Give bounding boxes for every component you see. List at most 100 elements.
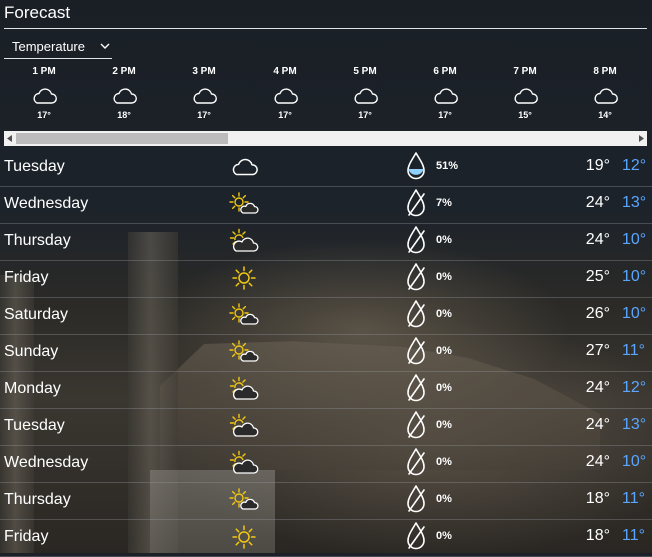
cloud-icon <box>511 86 539 106</box>
hourly-forecast: 1 PM 17° 2 PM 18° 3 PM 17° 4 PM 17° 5 PM 17° 6 PM 1… <box>0 66 652 124</box>
precip-chance: 0% <box>436 382 452 394</box>
low-temp: 10° <box>622 305 647 322</box>
day-row[interactable]: Friday 0% 18° 11° <box>0 519 652 557</box>
high-temp: 18° <box>585 490 610 507</box>
day-name: Wednesday <box>4 454 89 471</box>
precip-chance: 0% <box>436 234 452 246</box>
hourly-time: 1 PM <box>32 66 56 77</box>
day-row[interactable]: Sunday 0% 27° 11° <box>0 334 652 372</box>
raindrop-icon <box>405 225 427 260</box>
sun-icon <box>229 523 259 556</box>
partly-cloudy-icon <box>229 375 259 408</box>
day-row[interactable]: Thursday 0% 18° 11° <box>0 482 652 520</box>
partly-sunny-cloud-icon <box>229 190 259 223</box>
high-temp: 25° <box>585 268 610 285</box>
partly-sunny-cloud-icon <box>229 486 259 519</box>
sun-icon <box>229 264 259 297</box>
cloud-icon <box>110 86 138 106</box>
day-row[interactable]: Monday 0% 24° 12° <box>0 371 652 409</box>
day-name: Tuesday <box>4 417 65 434</box>
day-name: Friday <box>4 528 49 545</box>
precip-chance: 0% <box>436 456 452 468</box>
cloud-icon <box>271 86 299 106</box>
low-temp: 11° <box>622 342 646 359</box>
day-row[interactable]: Tuesday 0% 24° 13° <box>0 408 652 446</box>
title-divider <box>4 28 647 29</box>
low-temp: 11° <box>622 490 646 507</box>
partly-sunny-cloud-icon <box>229 338 259 371</box>
day-name: Thursday <box>4 232 71 249</box>
page-title: Forecast <box>4 3 71 22</box>
raindrop-icon <box>405 410 427 445</box>
metric-dropdown-label: Temperature <box>12 39 85 54</box>
day-name: Friday <box>4 269 49 286</box>
day-name: Wednesday <box>4 195 89 212</box>
hourly-time: 6 PM <box>433 66 457 77</box>
raindrop-icon <box>405 447 427 482</box>
precip-chance: 0% <box>436 419 452 431</box>
cloud-icon <box>229 153 259 186</box>
hourly-temp: 17° <box>438 110 452 120</box>
hourly-temp: 17° <box>37 110 51 120</box>
hourly-time: 4 PM <box>273 66 297 77</box>
partly-cloudy-icon <box>229 412 259 445</box>
raindrop-filled-icon <box>405 151 427 186</box>
partly-cloudy-icon <box>229 227 259 260</box>
high-temp: 24° <box>585 453 610 470</box>
low-temp: 10° <box>622 231 647 248</box>
precip-chance: 51% <box>436 160 459 172</box>
hourly-temp: 15° <box>518 110 532 120</box>
day-row[interactable]: Tuesday 51% 19° 12° <box>0 149 652 187</box>
cloud-icon <box>30 86 58 106</box>
hourly-temp: 17° <box>358 110 372 120</box>
cloud-icon <box>351 86 379 106</box>
scrollbar-thumb[interactable] <box>16 133 228 144</box>
raindrop-icon <box>405 336 427 371</box>
high-temp: 19° <box>585 157 610 174</box>
hourly-item: 7 PM 15° <box>495 66 555 120</box>
precip-chance: 0% <box>436 308 452 320</box>
low-temp: 10° <box>622 268 647 285</box>
scroll-left-icon[interactable] <box>7 135 12 142</box>
raindrop-icon <box>405 188 427 223</box>
precip-chance: 0% <box>436 345 452 357</box>
scroll-right-icon[interactable] <box>639 135 644 142</box>
hourly-item: 3 PM 17° <box>174 66 234 120</box>
low-temp: 11° <box>622 527 646 544</box>
day-row[interactable]: Wednesday 7% 24° 13° <box>0 186 652 224</box>
hourly-temp: 14° <box>598 110 612 120</box>
partly-cloudy-icon <box>229 449 259 482</box>
cloud-icon <box>431 86 459 106</box>
partly-sunny-cloud-icon <box>229 301 259 334</box>
day-name: Tuesday <box>4 158 65 175</box>
hourly-time: 7 PM <box>513 66 537 77</box>
cloud-icon <box>591 86 619 106</box>
day-name: Saturday <box>4 306 69 323</box>
hourly-temp: 17° <box>197 110 211 120</box>
high-temp: 18° <box>585 527 610 544</box>
day-row[interactable]: Friday 0% 25° 10° <box>0 260 652 298</box>
precip-chance: 0% <box>436 530 452 542</box>
cloud-icon <box>190 86 218 106</box>
high-temp: 27° <box>585 342 610 359</box>
day-name: Sunday <box>4 343 59 360</box>
low-temp: 10° <box>622 453 647 470</box>
hourly-scrollbar[interactable] <box>4 131 647 146</box>
hourly-item: 5 PM 17° <box>335 66 395 120</box>
precip-chance: 0% <box>436 493 452 505</box>
day-name: Monday <box>4 380 61 397</box>
day-row[interactable]: Wednesday 0% 24° 10° <box>0 445 652 483</box>
day-row[interactable]: Saturday 0% 26° 10° <box>0 297 652 335</box>
hourly-item: 2 PM 18° <box>94 66 154 120</box>
raindrop-icon <box>405 373 427 408</box>
hourly-temp: 18° <box>117 110 131 120</box>
day-row[interactable]: Thursday 0% 24° 10° <box>0 223 652 261</box>
low-temp: 12° <box>622 157 647 174</box>
hourly-item: 8 PM 14° <box>575 66 635 120</box>
hourly-item: 6 PM 17° <box>415 66 475 120</box>
hourly-item: 1 PM 17° <box>14 66 74 120</box>
metric-dropdown[interactable]: Temperature <box>4 36 112 59</box>
low-temp: 12° <box>622 379 647 396</box>
high-temp: 24° <box>585 231 610 248</box>
precip-chance: 7% <box>436 197 452 209</box>
